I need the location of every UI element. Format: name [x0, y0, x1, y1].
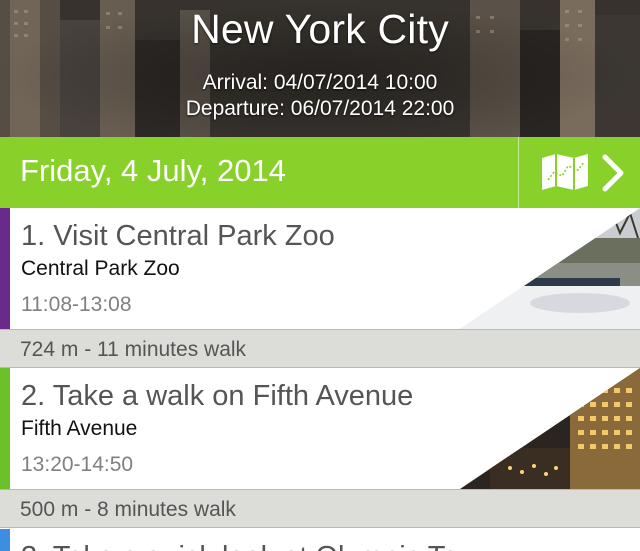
arrival-text: Arrival: 04/07/2014 10:00: [202, 71, 438, 94]
activity-place: Fifth Avenue: [21, 417, 138, 440]
activity-accent: [0, 368, 10, 489]
activity-card[interactable]: 2. Take a walk on Fifth Avenue Fifth Ave…: [0, 368, 640, 489]
activity-accent: [0, 529, 10, 551]
activity-time: 13:20-14:50: [21, 453, 134, 476]
day-title: Friday, 4 July, 2014: [20, 153, 286, 188]
activity-photo: [460, 208, 640, 329]
activity-place: Central Park Zoo: [21, 257, 180, 280]
activity-title: 2. Take a walk on Fifth Avenue: [21, 380, 414, 412]
activity-card[interactable]: 1. Visit Central Park Zoo Central Park Z…: [0, 208, 640, 329]
activity-card[interactable]: 3. Take a quick look at Olympic To: [0, 529, 640, 551]
activity-photo: [460, 368, 640, 489]
map-button[interactable]: [518, 137, 640, 208]
activity-accent: [0, 208, 10, 329]
activity-time: 11:08-13:08: [21, 293, 132, 316]
activity-title: 3. Take a quick look at Olympic To: [21, 541, 458, 551]
city-header: New York City Arrival: 04/07/2014 10:00 …: [0, 0, 640, 137]
day-header: Friday, 4 July, 2014: [0, 137, 640, 208]
walk-info: 500 m - 8 minutes walk: [0, 489, 640, 528]
chevron-right-icon: [602, 154, 624, 192]
walk-text: 500 m - 8 minutes walk: [20, 498, 236, 521]
departure-text: Departure: 06/07/2014 22:00: [185, 97, 455, 120]
city-title: New York City: [191, 6, 449, 52]
walk-text: 724 m - 11 minutes walk: [20, 338, 247, 361]
walk-info: 724 m - 11 minutes walk: [0, 329, 640, 368]
map-icon: [542, 154, 588, 190]
activity-title: 1. Visit Central Park Zoo: [21, 220, 335, 252]
